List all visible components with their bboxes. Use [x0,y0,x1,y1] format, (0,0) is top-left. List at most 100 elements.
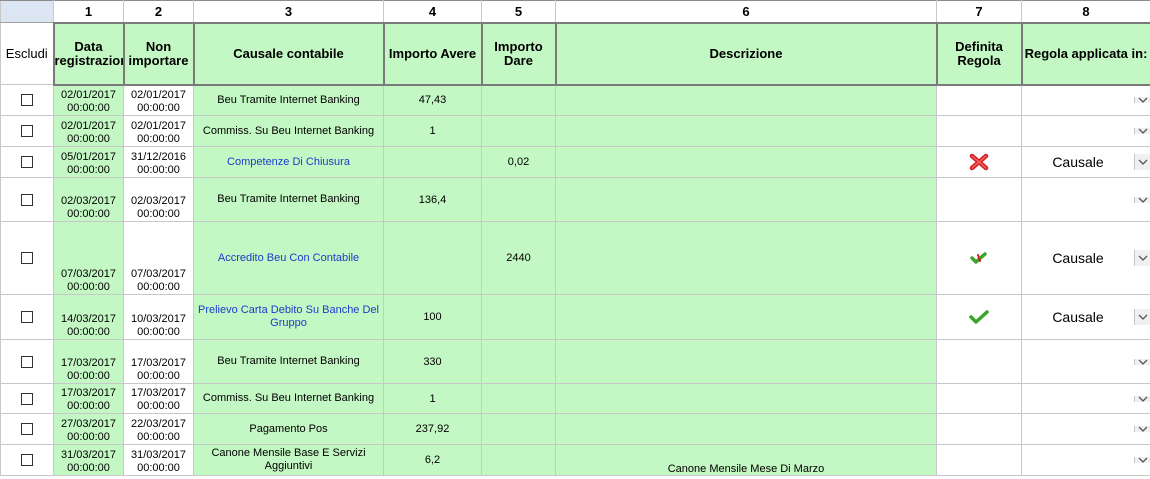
causale-cell[interactable]: Commiss. Su Beu Internet Banking [193,383,384,414]
header-importo-dare[interactable]: Importo Dare [480,21,557,86]
regola-applicata-value: Causale [1052,250,1104,266]
importo-dare-cell: 0,02 [481,146,556,178]
table-row[interactable]: 02/01/2017 00:00:00 02/01/2017 00:00:00 Beu … [0,84,1150,116]
data-registrazione-cell: 14/03/2017 00:00:00 [53,294,124,340]
table-row[interactable]: 02/01/2017 00:00:00 02/01/2017 00:00:00 Comm… [0,115,1150,147]
importo-avere-cell: 136,4 [383,177,482,222]
regola-applicata-select[interactable] [1021,413,1150,445]
table-row[interactable]: 31/03/2017 00:00:00 31/03/2017 00:00:00 Cano… [0,444,1150,476]
chevron-down-icon[interactable] [1134,128,1150,134]
table-row[interactable]: 14/03/2017 00:00:00 10/03/2017 00:00:00 Prel… [0,294,1150,340]
non-importare-date: 02/01/2017 [130,89,187,101]
registrazione-date: 27/03/2017 [60,418,117,430]
escludi-checkbox[interactable] [21,311,33,324]
regola-applicata-select[interactable] [1021,383,1150,414]
regola-applicata-select[interactable] [1021,84,1150,116]
non-importare-cell: 31/12/2016 00:00:00 [123,146,194,178]
table-row[interactable]: 27/03/2017 00:00:00 22/03/2017 00:00:00 Paga… [0,413,1150,445]
escludi-checkbox[interactable] [21,94,33,107]
regola-applicata-value [1023,359,1135,365]
header-definita-regola[interactable]: Definita Regola [935,21,1023,86]
chevron-down-icon[interactable] [1134,426,1150,432]
causale-cell[interactable]: Pagamento Pos [193,413,384,445]
regola-applicata-select[interactable] [1021,177,1150,222]
registrazione-time: 00:00:00 [67,133,110,145]
chevron-down-icon[interactable] [1134,395,1150,402]
header-causale-contabile[interactable]: Causale contabile [192,21,385,86]
registrazione-date: 05/01/2017 [60,151,117,163]
escludi-checkbox[interactable] [21,156,33,169]
chevron-down-icon[interactable] [1134,250,1150,266]
chevron-down-icon[interactable] [1134,196,1150,203]
causale-cell[interactable]: Prelievo Carta Debito Su Banche Del Grup… [193,294,384,340]
descrizione-cell [555,84,937,116]
regola-applicata-value [1023,197,1135,203]
escludi-cell [0,339,54,384]
chevron-down-icon[interactable] [1134,309,1150,325]
chevron-down-icon[interactable] [1134,97,1150,104]
non-importare-time: 00:00:00 [137,208,180,220]
regola-applicata-select[interactable] [1021,444,1150,476]
header-descrizione[interactable]: Descrizione [554,21,938,86]
data-registrazione-cell: 27/03/2017 00:00:00 [53,413,124,445]
table-row[interactable]: 02/03/2017 00:00:00 02/03/2017 00:00:00 Beu … [0,177,1150,222]
column-number: 2 [123,0,194,23]
causale-cell[interactable]: Beu Tramite Internet Banking [193,84,384,116]
header-regola-applicata[interactable]: Regola applicata in: [1020,21,1150,86]
regola-applicata-select[interactable]: Causale [1021,146,1150,178]
regola-applicata-select[interactable]: Causale [1021,221,1150,295]
escludi-checkbox[interactable] [21,252,33,265]
regola-applicata-value [1023,457,1135,463]
importo-dare-cell [481,115,556,147]
escludi-checkbox[interactable] [21,193,33,206]
data-registrazione-cell: 31/03/2017 00:00:00 [53,444,124,476]
table-row[interactable]: 17/03/2017 00:00:00 17/03/2017 00:00:00 Comm… [0,383,1150,414]
chevron-down-icon[interactable] [1134,154,1150,170]
definita-regola-cell [936,383,1022,414]
non-importare-time: 00:00:00 [137,431,180,443]
non-importare-time: 00:00:00 [137,326,180,338]
importo-avere-cell: 47,43 [383,84,482,116]
causale-cell[interactable]: Commiss. Su Beu Internet Banking [193,115,384,147]
regola-applicata-value: Causale [1052,154,1104,170]
escludi-cell [0,221,54,295]
header-data-registrazione[interactable]: Data registrazione [52,21,125,86]
non-importare-date: 22/03/2017 [130,418,187,430]
data-registrazione-cell: 17/03/2017 00:00:00 [53,339,124,384]
causale-cell[interactable]: Beu Tramite Internet Banking [193,339,384,384]
importo-avere-cell: 100 [383,294,482,340]
regola-applicata-select[interactable] [1021,115,1150,147]
registrazione-date: 02/01/2017 [60,89,117,101]
table-row[interactable]: 05/01/2017 00:00:00 31/12/2016 00:00:00 Comp… [0,146,1150,178]
escludi-checkbox[interactable] [21,355,33,368]
data-registrazione-cell: 02/03/2017 00:00:00 [53,177,124,222]
escludi-checkbox[interactable] [21,125,33,138]
table-row[interactable]: 07/03/2017 00:00:00 07/03/2017 00:00:00 Accr… [0,221,1150,295]
definita-regola-cell [936,115,1022,147]
header-escludi[interactable]: Escludi [0,22,54,85]
table-row[interactable]: 17/03/2017 00:00:00 17/03/2017 00:00:00 Beu … [0,339,1150,384]
escludi-checkbox[interactable] [21,392,33,405]
escludi-cell [0,383,54,414]
escludi-checkbox[interactable] [21,423,33,436]
importo-dare-cell [481,177,556,222]
chevron-down-icon[interactable] [1134,457,1150,463]
non-importare-date: 17/03/2017 [130,387,187,399]
chevron-down-icon[interactable] [1134,358,1150,365]
causale-cell[interactable]: Competenze Di Chiusura [193,146,384,178]
registrazione-time: 00:00:00 [67,462,110,474]
header-non-importare[interactable]: Non importare [122,21,195,86]
definita-regola-cell [936,444,1022,476]
header-importo-avere[interactable]: Importo Avere [382,21,483,86]
descrizione-cell [555,294,937,340]
escludi-checkbox[interactable] [21,454,33,467]
regola-applicata-select[interactable]: Causale [1021,294,1150,340]
causale-cell[interactable]: Accredito Beu Con Contabile [193,221,384,295]
non-importare-cell: 17/03/2017 00:00:00 [123,339,194,384]
regola-applicata-select[interactable] [1021,339,1150,384]
column-number: 1 [53,0,124,23]
causale-cell[interactable]: Beu Tramite Internet Banking [193,177,384,222]
red-x-icon [969,153,989,171]
importo-avere-cell: 237,92 [383,413,482,445]
causale-cell[interactable]: Canone Mensile Base E Servizi Aggiuntivi [193,444,384,476]
